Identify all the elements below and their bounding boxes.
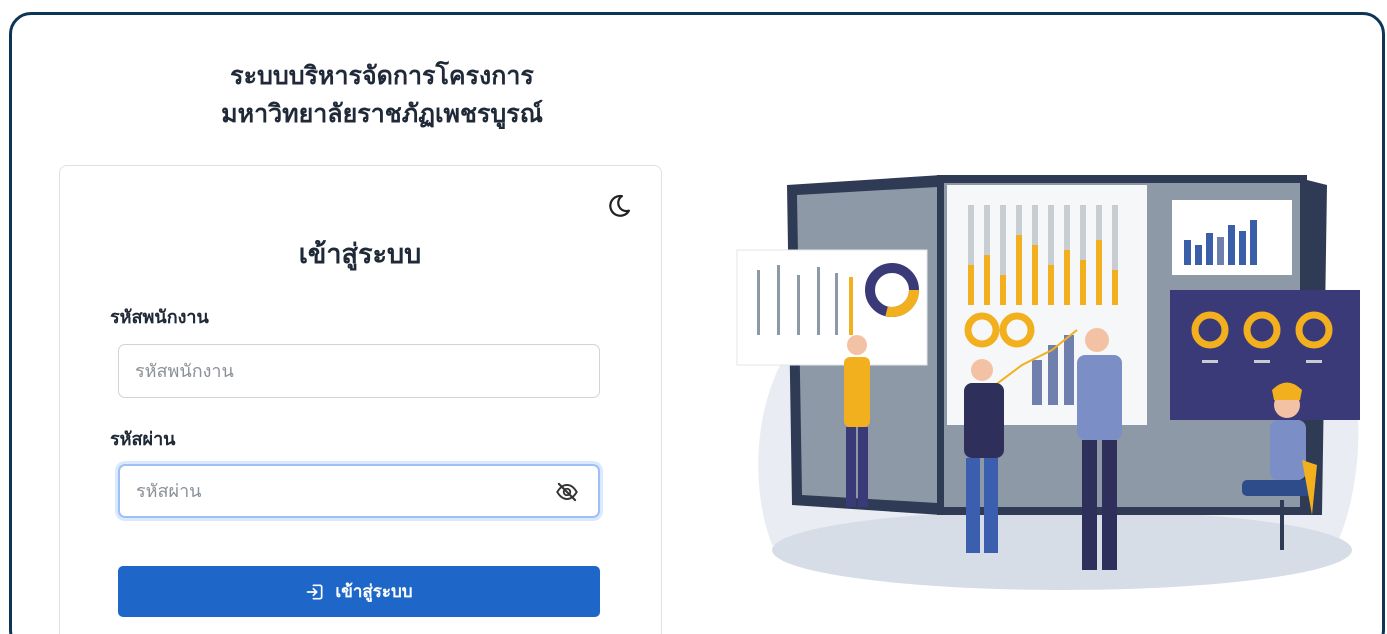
dashboard-illustration — [736, 175, 1360, 590]
login-arrow-icon — [307, 584, 323, 599]
app-title-line2: มหาวิทยาลัยราชภัฏเพชรบูรณ์ — [221, 99, 543, 128]
login-button-label: เข้าสู่ระบบ — [335, 582, 413, 602]
page-frame: ระบบบริหารจัดการโครงการ มหาวิทยาลัยราชภั… — [9, 12, 1385, 634]
eye-slash-icon[interactable] — [554, 479, 580, 505]
app-title: ระบบบริหารจัดการโครงการ มหาวิทยาลัยราชภั… — [72, 57, 692, 133]
login-button[interactable]: เข้าสู่ระบบ — [118, 566, 600, 617]
moon-icon[interactable] — [605, 192, 633, 220]
password-input[interactable] — [118, 464, 600, 518]
password-label: รหัสผ่าน — [110, 429, 176, 450]
username-input[interactable] — [118, 344, 600, 398]
username-label: รหัสพนักงาน — [110, 307, 209, 328]
app-title-line1: ระบบบริหารจัดการโครงการ — [230, 61, 534, 90]
person-center-left — [964, 359, 1004, 553]
login-card: เข้าสู่ระบบ รหัสพนักงาน รหัสผ่าน เข้าสู่… — [59, 165, 662, 634]
login-heading: เข้าสู่ระบบ — [298, 239, 422, 270]
